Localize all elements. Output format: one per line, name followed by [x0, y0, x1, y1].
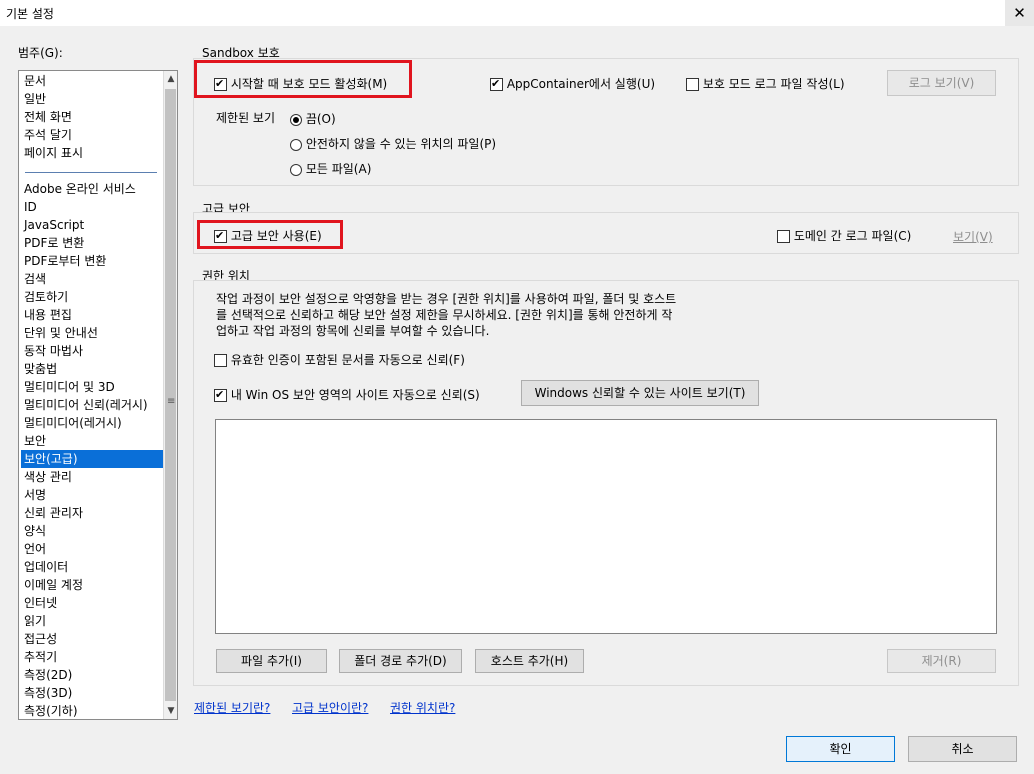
category-item[interactable]: 인터넷	[21, 594, 164, 612]
category-list[interactable]: 문서 일반 전체 화면 주석 달기 페이지 표시 Adobe 온라인 서비스 ID JavaS…	[18, 70, 178, 720]
trust-os-check[interactable]	[214, 388, 227, 402]
cross-domain-check[interactable]	[777, 230, 790, 243]
category-item[interactable]: 멀티미디어 및 3D	[21, 378, 164, 396]
protected-view-radio-unsafe[interactable]	[290, 138, 302, 151]
category-item[interactable]: 멀티미디어 신뢰(레거시)	[21, 396, 164, 414]
category-item[interactable]: 측정(기하)	[21, 702, 164, 719]
category-item[interactable]: 측정(3D)	[21, 684, 164, 702]
protected-view-option-label: 모든 파일(A)	[305, 162, 372, 176]
category-item[interactable]: 추적기	[21, 648, 164, 666]
protected-view-option-all[interactable]: 모든 파일(A)	[290, 160, 371, 177]
app-container-checkbox[interactable]: AppContainer에서 실행(U)	[490, 75, 655, 92]
category-item[interactable]: 보안	[21, 432, 164, 450]
description-line: 업하고 작업 과정의 항목에 신뢰를 부여할 수 있습니다.	[216, 324, 490, 338]
trust-certified-checkbox[interactable]: 유효한 인증이 포함된 문서를 자동으로 신뢰(F)	[214, 351, 465, 368]
category-item[interactable]: PDF로 변환	[21, 234, 164, 252]
category-item[interactable]: 읽기	[21, 612, 164, 630]
remove-button[interactable]: 제거(R)	[887, 649, 996, 673]
enhanced-security-check[interactable]	[214, 229, 227, 243]
log-file-label: 보호 모드 로그 파일 작성(L)	[702, 77, 845, 91]
category-item[interactable]: JavaScript	[21, 216, 164, 234]
help-link-enhanced-security[interactable]: 고급 보안이란?	[292, 699, 368, 716]
add-folder-path-button[interactable]: 폴더 경로 추가(D)	[339, 649, 462, 673]
scroll-up-icon[interactable]: ▲	[164, 71, 177, 87]
help-link-privileged-locations[interactable]: 권한 위치란?	[390, 699, 455, 716]
cross-domain-checkbox[interactable]: 도메인 간 로그 파일(C)	[777, 227, 911, 244]
protected-mode-checkbox[interactable]: 시작할 때 보호 모드 활성화(M)	[214, 75, 387, 92]
help-link-protected-view[interactable]: 제한된 보기란?	[194, 699, 270, 716]
protected-view-option-label: 안전하지 않을 수 있는 위치의 파일(P)	[305, 137, 497, 151]
category-item[interactable]: 언어	[21, 540, 164, 558]
protected-view-option-off[interactable]: 끔(O)	[290, 110, 336, 127]
category-item[interactable]: 측정(2D)	[21, 666, 164, 684]
category-item[interactable]: 접근성	[21, 630, 164, 648]
cross-domain-label: 도메인 간 로그 파일(C)	[793, 229, 912, 243]
title-bar	[0, 0, 1034, 26]
app-container-label: AppContainer에서 실행(U)	[506, 77, 656, 91]
category-item[interactable]: 페이지 표시	[21, 144, 164, 162]
cross-domain-view-link[interactable]: 보기(V)	[953, 228, 993, 245]
category-item[interactable]: 색상 관리	[21, 468, 164, 486]
window-title: 기본 설정	[6, 7, 54, 21]
category-label: 범주(G):	[18, 46, 63, 60]
category-item[interactable]: 단위 및 안내선	[21, 324, 164, 342]
protected-view-option-label: 끔(O)	[305, 112, 336, 126]
category-item[interactable]: PDF로부터 변환	[21, 252, 164, 270]
category-item[interactable]: 업데이터	[21, 558, 164, 576]
log-file-checkbox[interactable]: 보호 모드 로그 파일 작성(L)	[686, 75, 845, 92]
protected-mode-label: 시작할 때 보호 모드 활성화(M)	[230, 77, 388, 91]
category-item[interactable]: 멀티미디어(레거시)	[21, 414, 164, 432]
close-icon[interactable]: ✕	[1005, 0, 1034, 26]
scroll-thumb[interactable]: ≡	[165, 89, 176, 701]
category-item[interactable]: 양식	[21, 522, 164, 540]
category-item[interactable]: 검색	[21, 270, 164, 288]
privileged-locations-list[interactable]	[215, 419, 997, 634]
category-item[interactable]: 보안(고급)	[21, 450, 164, 468]
category-item[interactable]: 문서	[21, 72, 164, 90]
privileged-description: 작업 과정이 보안 설정으로 악영향을 받는 경우 [권한 위치]를 사용하여 …	[216, 291, 776, 339]
category-item[interactable]: 검토하기	[21, 288, 164, 306]
app-container-check[interactable]	[490, 77, 503, 91]
description-line: 작업 과정이 보안 설정으로 악영향을 받는 경우 [권한 위치]를 사용하여 …	[216, 292, 677, 306]
log-file-check[interactable]	[686, 78, 699, 91]
description-line: 를 선택적으로 신뢰하고 해당 보안 설정 제한을 무시하세요. [권한 위치]…	[216, 308, 673, 322]
trust-os-label: 내 Win OS 보안 영역의 사이트 자동으로 신뢰(S)	[230, 388, 480, 402]
category-item[interactable]: 이메일 계정	[21, 576, 164, 594]
trust-certified-label: 유효한 인증이 포함된 문서를 자동으로 신뢰(F)	[230, 353, 465, 367]
ok-button[interactable]: 확인	[786, 736, 895, 762]
category-item[interactable]: 신뢰 관리자	[21, 504, 164, 522]
protected-view-option-unsafe[interactable]: 안전하지 않을 수 있는 위치의 파일(P)	[290, 135, 496, 152]
view-log-button[interactable]: 로그 보기(V)	[887, 70, 996, 96]
grip-icon: ≡	[167, 396, 176, 407]
cancel-button[interactable]: 취소	[908, 736, 1017, 762]
category-item[interactable]: 내용 편집	[21, 306, 164, 324]
scroll-down-icon[interactable]: ▼	[164, 703, 177, 719]
category-item[interactable]: 맞춤법	[21, 360, 164, 378]
category-item[interactable]: Adobe 온라인 서비스	[21, 180, 164, 198]
protected-view-radio-all[interactable]	[290, 163, 302, 176]
category-item[interactable]: 주석 달기	[21, 126, 164, 144]
trust-os-checkbox[interactable]: 내 Win OS 보안 영역의 사이트 자동으로 신뢰(S)	[214, 386, 480, 403]
protected-view-radio-off[interactable]	[290, 113, 302, 126]
view-trusted-sites-button[interactable]: Windows 신뢰할 수 있는 사이트 보기(T)	[521, 380, 759, 406]
category-item[interactable]: 동작 마법사	[21, 342, 164, 360]
category-scrollbar[interactable]: ▲ ≡ ▼	[163, 71, 177, 719]
category-separator	[25, 172, 157, 173]
enhanced-security-checkbox[interactable]: 고급 보안 사용(E)	[214, 227, 322, 244]
category-item[interactable]: 서명	[21, 486, 164, 504]
enhanced-security-label: 고급 보안 사용(E)	[230, 229, 322, 243]
category-item[interactable]: 전체 화면	[21, 108, 164, 126]
trust-certified-check[interactable]	[214, 354, 227, 367]
category-item[interactable]: 일반	[21, 90, 164, 108]
add-host-button[interactable]: 호스트 추가(H)	[475, 649, 584, 673]
category-item[interactable]: ID	[21, 198, 164, 216]
add-file-button[interactable]: 파일 추가(I)	[216, 649, 327, 673]
protected-view-label: 제한된 보기	[216, 111, 276, 125]
protected-mode-check[interactable]	[214, 77, 227, 91]
